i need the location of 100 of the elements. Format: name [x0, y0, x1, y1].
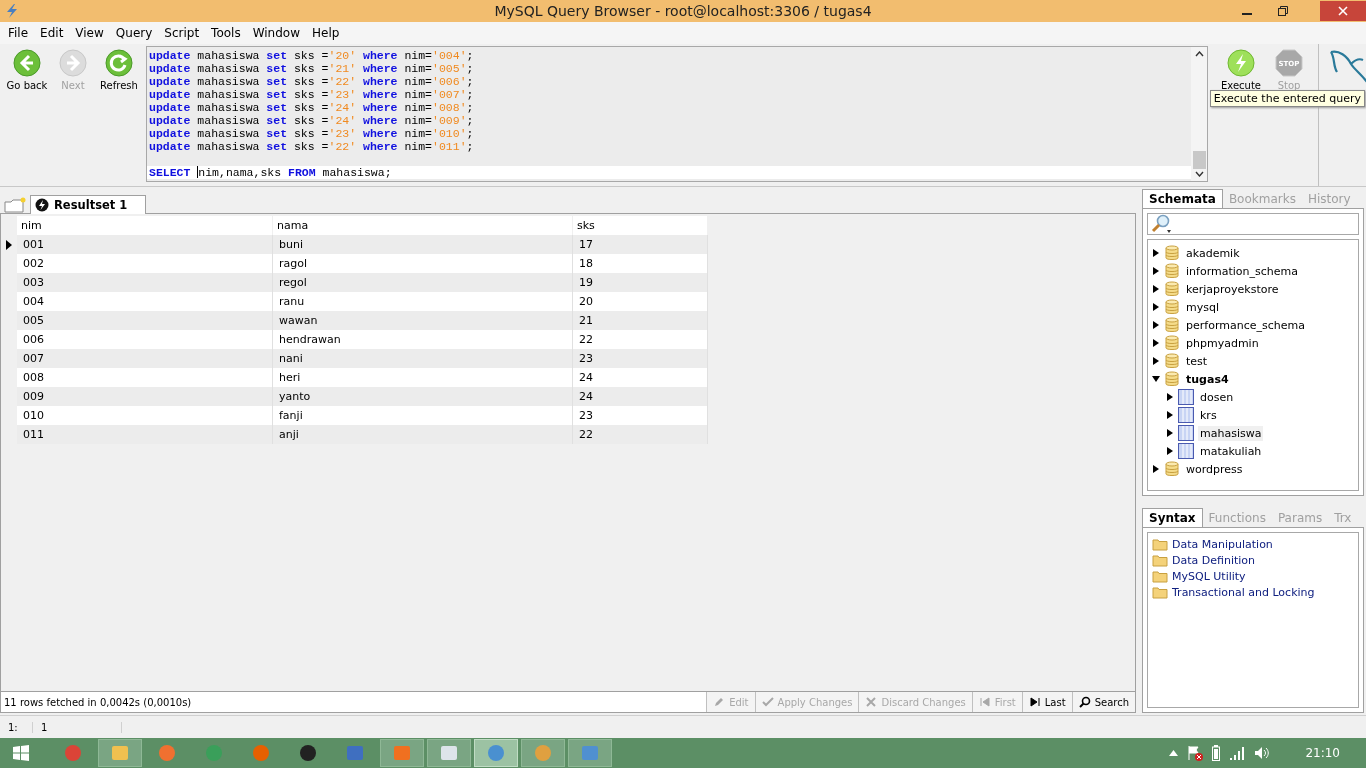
tree-item[interactable]: mysql — [1184, 299, 1221, 315]
edit-icon — [713, 696, 726, 708]
tree-item[interactable]: kerjaproyekstore — [1184, 281, 1281, 297]
battery-icon[interactable] — [1212, 745, 1221, 761]
speaker-icon[interactable] — [1254, 746, 1271, 760]
tree-item[interactable]: tugas4 — [1184, 371, 1231, 387]
syntax-item[interactable]: MySQL Utility — [1172, 569, 1246, 583]
window-title: MySQL Query Browser - root@localhost:3306 / tugas4 — [494, 3, 872, 19]
taskbar-button[interactable] — [474, 739, 518, 767]
menu-item[interactable]: File — [2, 26, 35, 40]
expander-icon[interactable] — [1166, 429, 1174, 437]
table-cell: 001 — [17, 235, 273, 254]
expander-icon[interactable] — [1152, 267, 1160, 275]
expander-icon[interactable] — [1166, 393, 1174, 401]
tree-item[interactable]: test — [1184, 353, 1210, 369]
expander-icon[interactable] — [1166, 411, 1174, 419]
tree-item[interactable]: phpmyadmin — [1184, 335, 1261, 351]
panel-tab[interactable]: Schemata — [1142, 189, 1223, 208]
table-cell: 20 — [573, 292, 708, 311]
table-cell: nani — [273, 349, 573, 368]
expander-icon[interactable] — [1152, 303, 1160, 311]
table-cell: regol — [273, 273, 573, 292]
search-field[interactable] — [1147, 213, 1359, 235]
new-tab-icon[interactable] — [4, 197, 26, 213]
scroll-down-icon[interactable] — [1194, 171, 1204, 177]
code-line: update mahasiswa set sks ='22' where nim='006'; — [148, 75, 475, 88]
expander-icon[interactable] — [1152, 249, 1160, 257]
folder-icon — [1152, 553, 1168, 567]
expander-icon[interactable] — [1152, 339, 1160, 347]
tree-item[interactable]: akademik — [1184, 245, 1242, 261]
toolbar-button[interactable]: Go back — [4, 48, 50, 91]
panel-tab[interactable]: Syntax — [1142, 508, 1203, 528]
table-cell: hendrawan — [273, 330, 573, 349]
tree-item[interactable]: information_schema — [1184, 263, 1300, 279]
scrollbar[interactable] — [1191, 47, 1207, 181]
expander-icon[interactable] — [1152, 285, 1160, 293]
menu-item[interactable]: Query — [109, 26, 159, 40]
column-header[interactable]: nama — [273, 216, 573, 235]
folder-icon — [1152, 569, 1168, 583]
grid-action-button[interactable]: Search — [1071, 692, 1135, 712]
tree-item[interactable]: performance_schema — [1184, 317, 1307, 333]
table-cell: anji — [273, 425, 573, 444]
signal-icon[interactable] — [1229, 746, 1246, 760]
clock[interactable]: 21:10 — [1305, 746, 1340, 760]
table-cell: wawan — [273, 311, 573, 330]
lightning-icon — [4, 3, 20, 19]
table-cell: 24 — [573, 387, 708, 406]
code-line: update mahasiswa set sks ='23' where nim='010'; — [148, 127, 475, 140]
table-cell: 002 — [17, 254, 273, 273]
tree-item[interactable]: wordpress — [1184, 461, 1245, 477]
tree-item[interactable]: krs — [1198, 407, 1219, 423]
expander-icon[interactable] — [1152, 375, 1160, 383]
tree-item[interactable]: mahasiswa — [1198, 425, 1264, 441]
table-cell: buni — [273, 235, 573, 254]
table-cell: 24 — [573, 368, 708, 387]
column-header[interactable]: sks — [573, 216, 708, 235]
windows-start-icon[interactable] — [13, 745, 29, 761]
taskbar-button[interactable] — [427, 739, 471, 767]
database-icon — [1164, 281, 1180, 297]
scroll-up-icon[interactable] — [1194, 51, 1204, 57]
database-icon — [1164, 245, 1180, 261]
table-cell: 010 — [17, 406, 273, 425]
tree-item[interactable]: matakuliah — [1198, 443, 1264, 459]
menu-item[interactable]: Window — [246, 26, 306, 40]
table-cell: heri — [273, 368, 573, 387]
menu-item[interactable]: Tools — [205, 26, 247, 40]
scroll-thumb[interactable] — [1192, 151, 1206, 169]
expander-icon[interactable] — [1152, 357, 1160, 365]
restore-icon[interactable] — [1278, 6, 1288, 16]
syntax-item[interactable]: Data Definition — [1172, 553, 1256, 567]
database-icon — [1164, 317, 1180, 333]
result-status: 11 rows fetched in 0,0042s (0,0010s) — [3, 696, 193, 708]
tree-item[interactable]: dosen — [1198, 389, 1236, 405]
menu-item[interactable]: Edit — [34, 26, 70, 40]
toolbar-button[interactable]: Refresh — [96, 48, 142, 91]
first-icon — [978, 696, 991, 708]
refresh-icon — [104, 48, 134, 78]
table-cell: 006 — [17, 330, 273, 349]
result-tab[interactable]: Resultset 1 — [30, 195, 147, 214]
expander-icon[interactable] — [1166, 447, 1174, 455]
syntax-item[interactable]: Data Manipulation — [1172, 537, 1273, 551]
menu-item[interactable]: View — [69, 26, 110, 40]
table-cell: 23 — [573, 406, 708, 425]
expander-icon[interactable] — [1152, 321, 1160, 329]
column-header[interactable]: nim — [17, 216, 273, 235]
apply-icon — [761, 696, 774, 708]
menu-item[interactable]: Help — [306, 26, 346, 40]
syntax-item[interactable]: Transactional and Locking — [1172, 585, 1315, 599]
flag-icon[interactable] — [1187, 745, 1204, 761]
expander-icon[interactable] — [1152, 465, 1160, 473]
sql-editor[interactable] — [146, 46, 1208, 182]
grid-action-button[interactable]: Last — [1021, 692, 1072, 712]
table-icon — [1178, 389, 1194, 405]
close-button[interactable] — [1320, 1, 1366, 21]
menu-item[interactable]: Script — [158, 26, 206, 40]
table-cell: 23 — [573, 349, 708, 368]
table-cell: 009 — [17, 387, 273, 406]
database-icon — [1164, 335, 1180, 351]
up-arrow-icon[interactable] — [1169, 750, 1179, 756]
tooltip: Execute the entered query — [1209, 90, 1365, 107]
